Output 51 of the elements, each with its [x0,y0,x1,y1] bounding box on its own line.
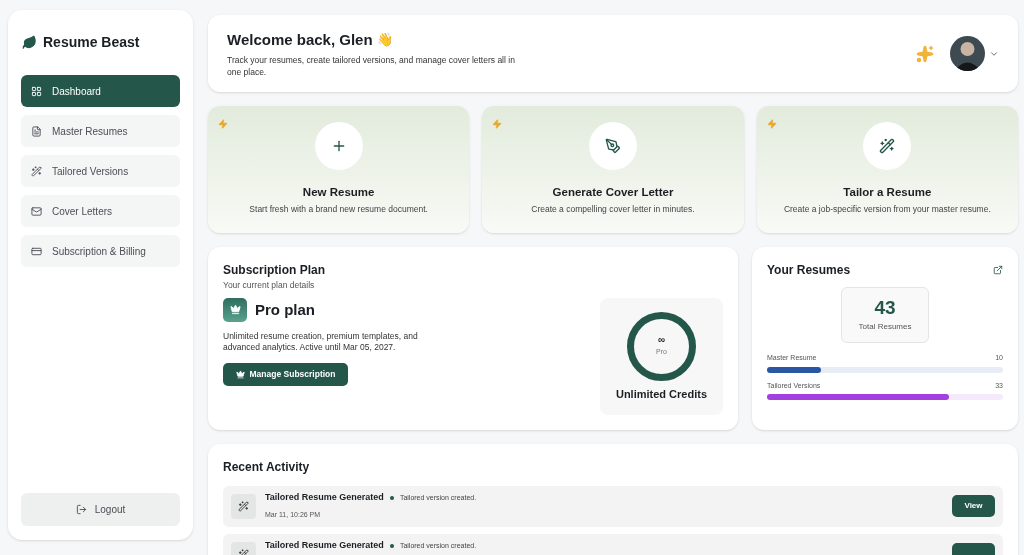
quick-action-card[interactable]: New Resume Start fresh with a brand new resume document. [208,106,470,233]
sidebar-item[interactable]: Cover Letters [21,195,180,227]
section-title: Your Resumes [767,262,851,279]
action-description: Create a compelling cover letter in minutes. [531,204,695,216]
logout-icon [75,504,87,515]
total-label: Total Resumes [858,320,912,333]
quick-action-card[interactable]: Generate Cover Letter Create a compelling cover letter in minutes. [482,106,744,233]
wave-emoji: 👋 [376,31,393,50]
sidebar-item[interactable]: Master Resumes [21,115,180,147]
welcome-title: Welcome back, Glen [227,29,373,50]
sidebar-item[interactable]: Tailored Versions [21,155,180,187]
external-link-icon[interactable] [993,265,1003,275]
welcome-subtitle: Track your resumes, create tailored versions, and manage cover letters all in one place. [227,54,516,79]
section-title: Subscription Plan [223,262,326,279]
crown-icon [229,304,241,316]
lightning-icon [766,119,777,129]
document-icon [31,125,42,137]
quick-action-card[interactable]: Tailor a Resume Create a job-specific version from your master resume. [756,106,1018,233]
action-title: Tailor a Resume [843,185,932,200]
magic-wand-icon [31,165,42,177]
pen-nib-icon [605,138,621,154]
magic-wand-icon [238,501,249,512]
logout-button[interactable]: Logout [21,493,180,526]
grid-icon [31,85,42,97]
lightning-icon [218,119,228,129]
section-subtitle: Your current plan details [223,279,316,292]
action-description: Start fresh with a brand new resume document. [249,204,428,216]
leaf-logo-icon [22,35,37,50]
manage-subscription-button[interactable]: Manage Subscription [223,362,348,386]
plan-name: Pro plan [255,299,315,320]
action-title: New Resume [302,185,375,200]
magic-wand-icon [879,138,896,154]
action-title: Generate Cover Letter [552,185,674,200]
plan-description: Unlimited resume creation, premium templates, and advanced analytics. Active until Mar 05, 2027. [223,330,419,353]
total-count: 43 [874,297,896,318]
view-button[interactable]: View [952,495,995,517]
sidebar-item[interactable]: Dashboard [21,75,180,107]
crown-icon [235,369,245,379]
action-description: Create a job-specific version from your master resume. [783,204,991,216]
credit-card-icon [31,245,42,257]
envelope-icon [31,205,42,217]
lightning-icon [492,119,503,129]
sparkles-icon[interactable] [916,44,934,63]
brand-name: Resume Beast [43,33,140,52]
section-title: Recent Activity [223,459,311,476]
activity-title: Tailored Resume Generated [265,539,384,552]
sidebar-item[interactable]: Subscription & Billing [21,235,180,267]
infinity-symbol: ∞ [657,335,666,346]
activity-title: Tailored Resume Generated [265,491,384,504]
credits-label: Unlimited Credits [615,387,708,402]
avatar[interactable] [950,36,985,71]
